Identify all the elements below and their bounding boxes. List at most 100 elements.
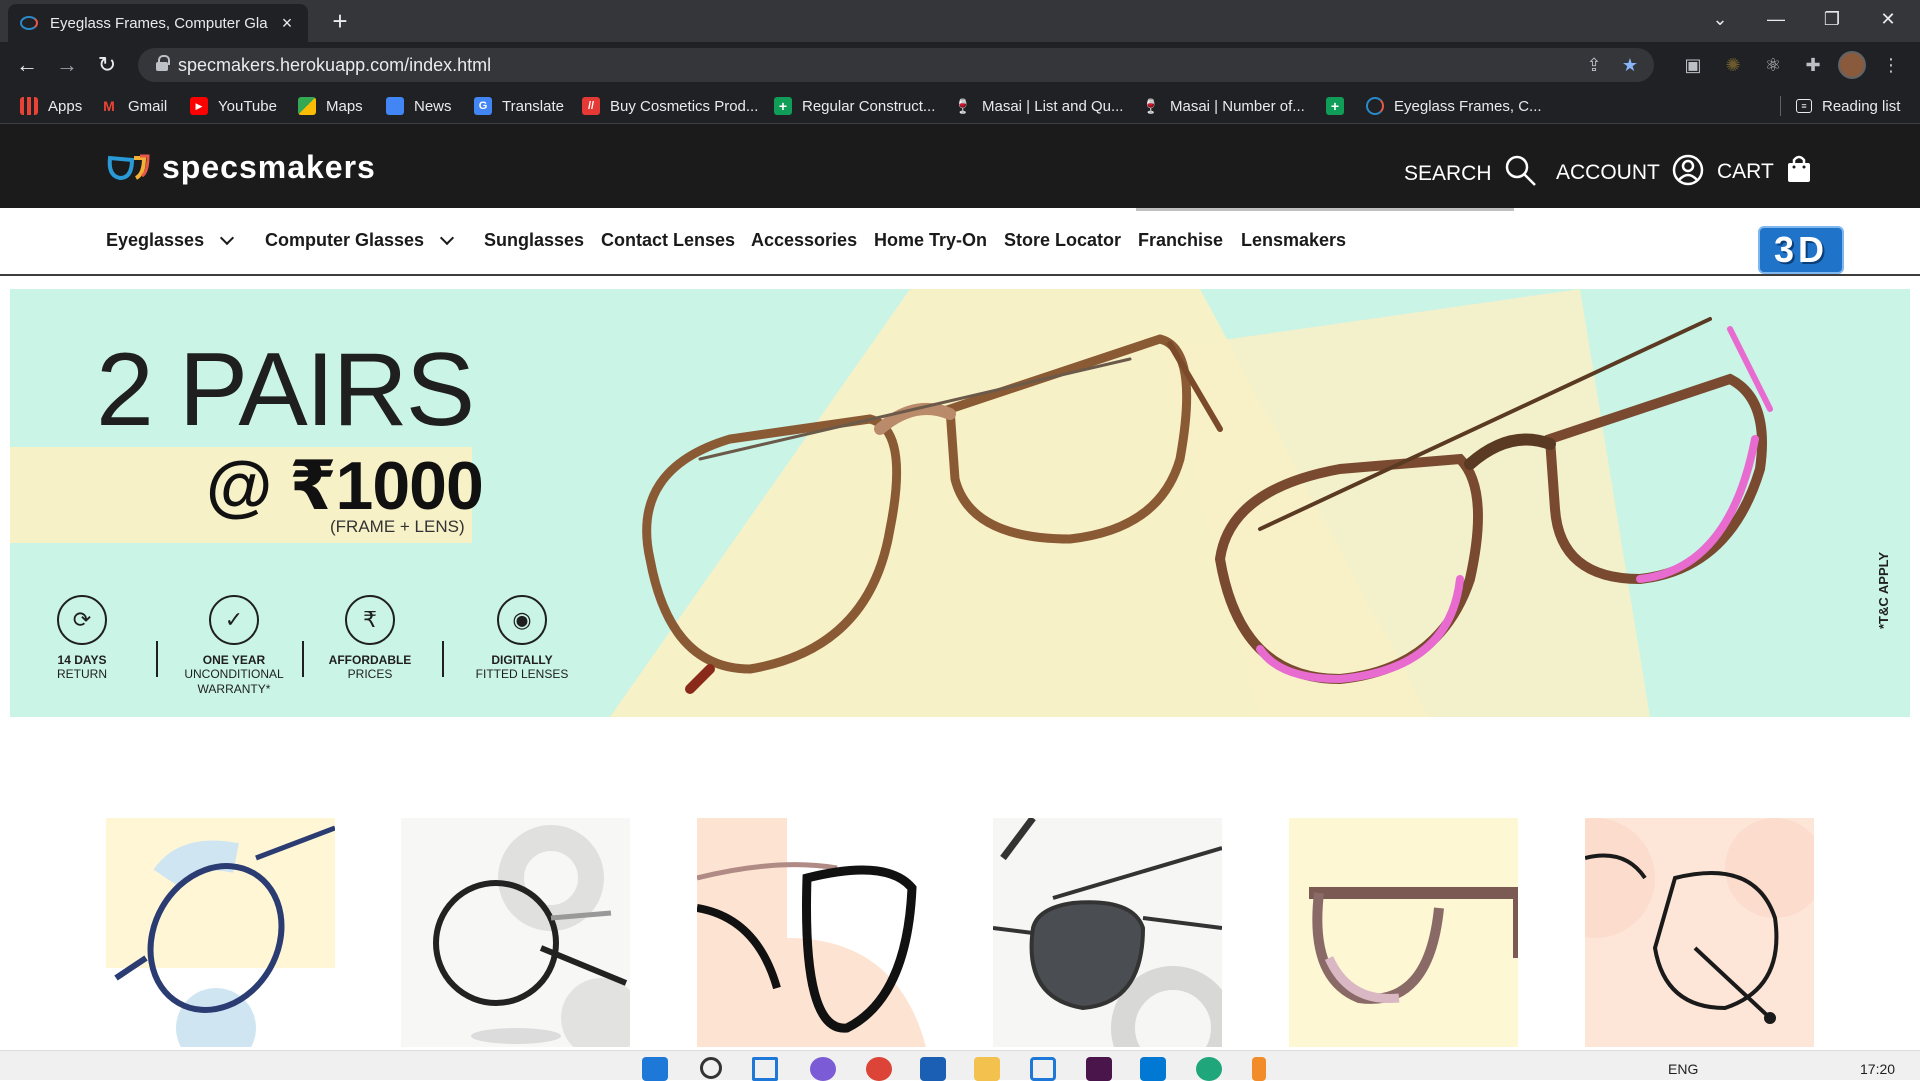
extensions-puzzle-icon[interactable]: ✚: [1798, 50, 1828, 80]
header-cart-link[interactable]: CART: [1717, 154, 1812, 190]
product-tile-aviator-sunglasses[interactable]: [993, 818, 1222, 1047]
hero-banner[interactable]: 2 PAIRS @ ₹1000 (FRAME + LENS) ⟳ 14 DAYS…: [10, 289, 1910, 717]
feature-lenses: ◉ DIGITALLY FITTED LENSES: [462, 595, 582, 682]
masai-icon: 🍷: [954, 97, 972, 114]
construct-icon: +: [774, 97, 792, 115]
feature-divider: [156, 641, 158, 677]
bookmark-news[interactable]: News: [386, 95, 452, 117]
feature-divider: [442, 641, 444, 677]
feature-prices: ₹ AFFORDABLE PRICES: [310, 595, 430, 682]
bookmark-eyeglass-frames[interactable]: Eyeglass Frames, C...: [1366, 95, 1542, 117]
3d-try-on-badge[interactable]: 3D: [1758, 226, 1844, 274]
account-user-icon: [1672, 154, 1704, 192]
vscode-icon[interactable]: [1140, 1057, 1166, 1081]
store-icon[interactable]: [1030, 1057, 1056, 1081]
bookmark-maps[interactable]: Maps: [298, 95, 363, 117]
browser-tab-strip: Eyeglass Frames, Computer Glass × + ⌄ — …: [0, 0, 1920, 42]
teams-chat-icon[interactable]: [810, 1057, 836, 1081]
gmail-icon: M: [103, 98, 115, 114]
bookmark-apps[interactable]: Apps: [20, 95, 82, 117]
product-tile-blue-metal-frame[interactable]: [106, 818, 335, 1047]
nav-accessories[interactable]: Accessories: [751, 230, 857, 251]
search-icon: [1504, 154, 1538, 194]
windows-start-icon[interactable]: [642, 1057, 668, 1081]
construct-icon: +: [1326, 97, 1344, 115]
task-view-icon[interactable]: [752, 1057, 778, 1081]
menu-kebab-icon[interactable]: ⋮: [1876, 50, 1906, 80]
bookmark-masai-list[interactable]: 🍷 Masai | List and Qu...: [954, 95, 1123, 117]
nav-computer-glasses[interactable]: Computer Glasses: [265, 230, 455, 251]
chevron-down-icon: [439, 230, 455, 245]
product-tile-cat-eye-frame[interactable]: [697, 818, 926, 1047]
bookmark-gmail[interactable]: M Gmail: [100, 95, 167, 117]
product-image: [697, 818, 926, 1047]
system-clock[interactable]: 17:20: [1860, 1061, 1895, 1077]
nav-home-try-on[interactable]: Home Try-On: [874, 230, 987, 251]
reload-icon[interactable]: ↻: [92, 50, 122, 80]
chrome-icon[interactable]: [866, 1057, 892, 1081]
profile-avatar[interactable]: [1838, 51, 1866, 79]
rupee-hand-icon: ₹: [345, 595, 395, 645]
slack-icon[interactable]: [1086, 1057, 1112, 1081]
bookmark-star-icon[interactable]: ★: [1618, 53, 1642, 77]
address-bar[interactable]: specmakers.herokuapp.com/index.html ⇪ ★: [138, 48, 1654, 82]
bookmark-regular-construct[interactable]: + Regular Construct...: [774, 95, 935, 117]
product-tile-tortoise-square-frame[interactable]: [1289, 818, 1518, 1047]
youtube-icon: ▶: [190, 97, 208, 115]
specsmakers-favicon-icon: [20, 16, 38, 30]
nav-franchise[interactable]: Franchise: [1138, 230, 1223, 251]
header-search-link[interactable]: SEARCH: [1404, 154, 1538, 194]
windows-taskbar: ENG 17:20: [0, 1050, 1920, 1081]
apps-grid-icon: [20, 97, 38, 115]
file-explorer-icon[interactable]: [974, 1057, 1000, 1081]
bookmark-translate[interactable]: G Translate: [474, 95, 564, 117]
nav-eyeglasses[interactable]: Eyeglasses: [106, 230, 235, 251]
product-tile-black-wire-frame[interactable]: [1585, 818, 1814, 1047]
browser-tab-active[interactable]: Eyeglass Frames, Computer Glass ×: [8, 4, 308, 42]
cosmetics-icon: //: [582, 97, 600, 115]
shopping-bag-icon: [1786, 154, 1812, 190]
bookmarks-separator: [1780, 96, 1781, 116]
new-tab-button[interactable]: +: [324, 6, 356, 36]
language-indicator[interactable]: ENG: [1668, 1061, 1698, 1077]
forward-arrow-icon[interactable]: →: [52, 50, 82, 80]
tab-title: Eyeglass Frames, Computer Glass: [50, 14, 268, 32]
product-tile-black-round-frame[interactable]: [401, 818, 630, 1047]
return-arrows-icon: ⟳: [57, 595, 107, 645]
close-window-button[interactable]: ✕: [1860, 0, 1916, 38]
product-image: [993, 818, 1222, 1047]
url-text: specmakers.herokuapp.com/index.html: [178, 55, 492, 75]
banner-price: @ ₹1000: [206, 448, 484, 524]
bookmark-masai-number[interactable]: 🍷 Masai | Number of...: [1142, 95, 1305, 117]
bookmark-youtube[interactable]: ▶ YouTube: [190, 95, 277, 117]
nav-hover-indicator: [1136, 208, 1514, 211]
tab-search-icon[interactable]: ⌄: [1692, 0, 1748, 38]
restore-button[interactable]: ❐: [1804, 0, 1860, 38]
vlc-icon[interactable]: [1252, 1057, 1266, 1081]
screenshot-extension-icon[interactable]: ▣: [1678, 50, 1708, 80]
bookmark-construct[interactable]: +: [1326, 95, 1354, 117]
nav-contact-lenses[interactable]: Contact Lenses: [601, 230, 735, 251]
bookmarks-bar: Apps M Gmail ▶ YouTube Maps News G Trans…: [0, 88, 1920, 124]
reading-list-icon: ≡: [1796, 99, 1812, 113]
reading-list-button[interactable]: ≡ Reading list: [1796, 95, 1900, 117]
share-icon[interactable]: ⇪: [1582, 53, 1606, 77]
bookmark-cosmetics[interactable]: // Buy Cosmetics Prod...: [582, 95, 758, 117]
main-navigation: Eyeglasses Computer Glasses Sunglasses C…: [0, 208, 1920, 276]
nav-lensmakers[interactable]: Lensmakers: [1241, 230, 1346, 251]
minimize-button[interactable]: —: [1748, 0, 1804, 38]
edge-icon[interactable]: [1196, 1057, 1222, 1081]
back-arrow-icon[interactable]: ←: [12, 50, 42, 80]
extension-icon[interactable]: ✺: [1718, 50, 1748, 80]
nav-store-locator[interactable]: Store Locator: [1004, 230, 1121, 251]
mail-icon[interactable]: [920, 1057, 946, 1081]
react-devtools-icon[interactable]: ⚛: [1758, 50, 1788, 80]
specsmakers-logo[interactable]: specsmakers: [106, 148, 376, 186]
search-icon[interactable]: [700, 1057, 722, 1079]
tab-close-icon[interactable]: ×: [278, 13, 296, 34]
nav-sunglasses[interactable]: Sunglasses: [484, 230, 584, 251]
header-account-link[interactable]: ACCOUNT: [1556, 154, 1704, 192]
lock-icon[interactable]: [156, 55, 170, 71]
site-header: specsmakers SEARCH ACCOUNT CART: [0, 124, 1920, 208]
feature-divider: [302, 641, 304, 677]
